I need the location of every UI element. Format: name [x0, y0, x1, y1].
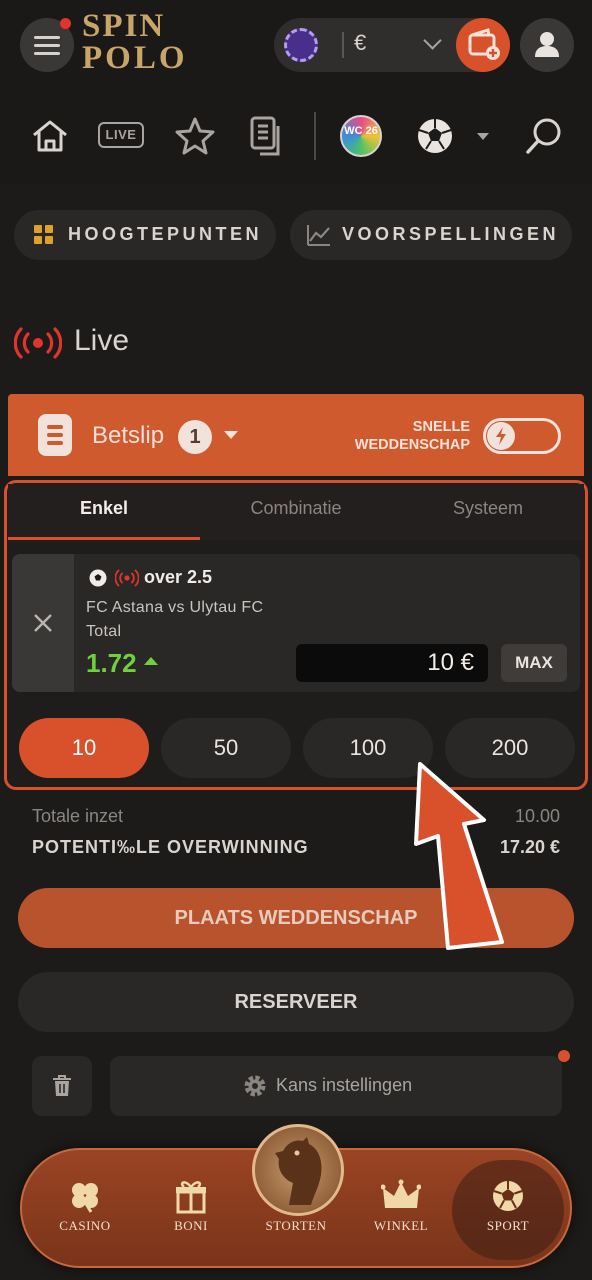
close-icon: [34, 614, 52, 632]
chip-icon: [284, 28, 318, 62]
bottom-nav-shop[interactable]: WINKEL: [356, 1176, 446, 1256]
menu-notification-dot: [60, 18, 71, 29]
reserve-button[interactable]: RESERVEER: [18, 972, 574, 1032]
notification-dot: [558, 1050, 570, 1062]
nav-divider: [314, 112, 316, 160]
soccer-ball-icon: [493, 1181, 523, 1211]
brand-logo-line1: SPIN: [82, 8, 166, 44]
soccer-ball-icon: [89, 569, 107, 587]
live-badge-icon[interactable]: LIVE: [98, 122, 144, 148]
potential-win-label: POTENTI‰LE OVERWINNING: [32, 837, 309, 857]
trash-icon: [53, 1075, 71, 1096]
home-icon[interactable]: [28, 114, 72, 158]
gift-icon: [176, 1181, 206, 1214]
tab-predictions-label: VOORSPELLINGEN: [342, 224, 560, 244]
bottom-nav-sport[interactable]: SPORT: [463, 1176, 553, 1256]
search-icon[interactable]: [522, 114, 566, 158]
bottom-nav-sport-label: SPORT: [486, 1218, 530, 1233]
bottom-nav-bonuses[interactable]: BONI: [146, 1176, 236, 1256]
quick-bet-label-line1: SNELLE: [412, 419, 470, 435]
bottom-nav-bonuses-label: BONI: [174, 1218, 208, 1233]
bottom-nav-deposit[interactable]: STORTEN: [251, 1176, 341, 1256]
live-broadcast-icon: [14, 327, 62, 359]
star-icon[interactable]: [174, 115, 216, 157]
stake-input[interactable]: 10 €: [296, 644, 488, 682]
quick-bet-toggle-knob: [487, 422, 515, 450]
brand-logo-line2: POLO: [82, 40, 188, 76]
user-icon: [535, 32, 559, 57]
bottom-nav-deposit-label: STORTEN: [265, 1218, 327, 1233]
quick-amount-10[interactable]: 10: [19, 718, 149, 778]
sport-dropdown-caret[interactable]: [477, 133, 489, 140]
tab-highlights-label: HOOGTEPUNTEN: [68, 224, 263, 244]
stake-value: 10 €: [427, 649, 474, 676]
sport-nav-bar: [0, 88, 592, 184]
crown-icon: [381, 1179, 421, 1208]
tab-combination[interactable]: Combinatie: [200, 484, 392, 540]
remove-selection-button[interactable]: [12, 554, 74, 692]
quick-bet-label-line2: WEDDENSCHAP: [354, 437, 470, 453]
account-button[interactable]: [520, 18, 574, 72]
brand-logo[interactable]: SPIN POLO: [82, 10, 192, 80]
quick-bet-label: SNELLE WEDDENSCHAP: [330, 418, 470, 454]
total-stake-label: Totale inzet: [32, 806, 124, 826]
currency-label: €: [354, 30, 367, 55]
bottom-nav-shop-label: WINKEL: [373, 1218, 429, 1233]
tab-predictions[interactable]: VOORSPELLINGEN: [290, 210, 572, 260]
soccer-ball-icon[interactable]: [414, 115, 456, 157]
gear-icon: [244, 1075, 266, 1097]
live-section-title: Live: [74, 324, 130, 357]
selection-match: FC Astana vs Ulytau FC: [86, 599, 264, 616]
clear-betslip-button[interactable]: [32, 1056, 92, 1116]
pointer-arrow-icon: [414, 762, 504, 950]
max-stake-button[interactable]: MAX: [501, 644, 567, 682]
betslip-count-badge: 1: [178, 420, 212, 454]
lightning-icon: [496, 427, 506, 445]
wallet-plus-icon: [468, 28, 500, 60]
wallet-divider: [342, 32, 344, 58]
chart-trend-icon: [307, 225, 330, 246]
bottom-nav-casino[interactable]: CASINO: [40, 1176, 130, 1256]
selection-market-type: Total: [86, 623, 122, 640]
deposit-button[interactable]: [456, 18, 510, 72]
odds-settings-label: Kans instellingen: [276, 1075, 413, 1095]
live-broadcast-icon: [115, 569, 139, 587]
tab-system[interactable]: Systeem: [392, 484, 584, 540]
bottom-nav-casino-label: CASINO: [59, 1218, 111, 1233]
tab-single[interactable]: Enkel: [8, 484, 200, 540]
tab-highlights[interactable]: HOOGTEPUNTEN: [14, 210, 276, 260]
betslip-title: Betslip: [92, 422, 165, 449]
total-stake-value: 10.00: [514, 806, 560, 826]
odds-settings-button[interactable]: Kans instellingen: [110, 1056, 562, 1116]
selection-market: over 2.5: [144, 567, 213, 587]
betslip-icon: [38, 414, 72, 456]
clover-icon: [72, 1183, 98, 1213]
chevron-down-icon[interactable]: [224, 431, 238, 439]
wc-badge-icon[interactable]: WC 26: [340, 115, 382, 157]
betslip-docs-icon[interactable]: [246, 114, 288, 160]
grid-icon: [34, 225, 53, 244]
quick-amount-50[interactable]: 50: [161, 718, 291, 778]
selection-odds: 1.72: [86, 648, 137, 678]
active-tab-indicator: [8, 537, 200, 540]
odds-up-icon: [144, 657, 158, 665]
